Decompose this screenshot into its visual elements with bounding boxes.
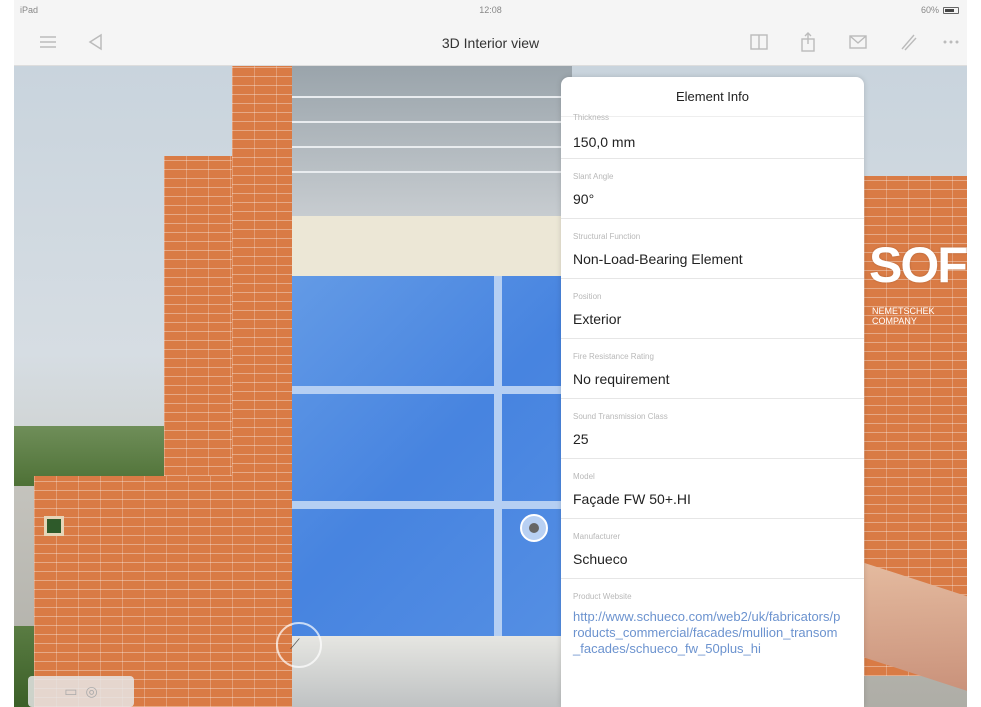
floor-slab	[292, 216, 572, 276]
brick-pier[interactable]	[232, 66, 292, 707]
property-row-structural-function[interactable]: Structural Function Non-Load-Bearing Ele…	[561, 219, 864, 279]
floorplan-icon: ▭	[64, 683, 78, 699]
property-label: Thickness	[573, 113, 610, 122]
selected-curtain-wall[interactable]	[292, 276, 572, 636]
selection-marker[interactable]	[520, 514, 548, 542]
mail-icon[interactable]	[846, 31, 870, 55]
battery-percent: 60%	[920, 5, 939, 15]
balcony-rail	[292, 146, 572, 148]
transom	[292, 501, 572, 509]
balcony-rail	[292, 121, 572, 123]
balcony-rail	[292, 171, 572, 173]
property-label: Model	[573, 472, 595, 481]
property-value: Exterior	[573, 311, 622, 327]
property-label: Product Website	[573, 592, 632, 601]
view-mode-button[interactable]: ▭ ◎	[28, 676, 134, 707]
property-row-sound-class[interactable]: Sound Transmission Class 25	[561, 399, 864, 459]
property-value: No requirement	[573, 371, 670, 387]
property-row-fire-rating[interactable]: Fire Resistance Rating No requirement	[561, 339, 864, 399]
small-window[interactable]	[44, 516, 64, 536]
property-value: 90°	[573, 191, 595, 207]
property-label: Fire Resistance Rating	[573, 352, 654, 361]
eye-icon: ◎	[85, 683, 98, 699]
page-title: 3D Interior view	[441, 35, 540, 51]
clock: 12:08	[479, 5, 502, 15]
brick-side-wall[interactable]	[164, 156, 239, 476]
more-icon[interactable]	[939, 31, 963, 55]
property-value: Schueco	[573, 551, 628, 567]
property-value: Non-Load-Bearing Element	[573, 251, 743, 267]
battery-indicator: 60%	[921, 5, 959, 15]
property-value: 25	[573, 431, 589, 447]
property-label: Sound Transmission Class	[573, 412, 668, 421]
ipad-screen: iPad 12:08 60% 3D Interior view SOF NEME…	[14, 0, 967, 707]
property-list[interactable]: Thickness 150,0 mm Slant Angle 90° Struc…	[561, 113, 864, 689]
property-value: 150,0 mm	[573, 134, 636, 150]
mullion	[494, 276, 502, 636]
compass-needle-icon: ⟋	[290, 636, 300, 652]
building-sign: SOFT	[869, 237, 967, 293]
property-label: Manufacturer	[573, 532, 621, 541]
transom	[292, 386, 572, 394]
property-row-product-website[interactable]: Product Website http://www.schueco.com/w…	[561, 579, 864, 689]
battery-icon	[943, 6, 959, 14]
popover-title: Element Info	[561, 77, 864, 117]
property-label: Structural Function	[573, 232, 641, 241]
navigation-compass[interactable]: ⟋	[276, 622, 322, 668]
property-row-slant-angle[interactable]: Slant Angle 90°	[561, 159, 864, 219]
element-info-popover: Element Info Thickness 150,0 mm Slant An…	[561, 77, 864, 707]
book-icon[interactable]	[747, 31, 771, 55]
share-icon[interactable]	[796, 31, 820, 55]
property-row-position[interactable]: Position Exterior	[561, 279, 864, 339]
property-row-model[interactable]: Model Façade FW 50+.HI	[561, 459, 864, 519]
status-bar: iPad 12:08 60%	[14, 0, 967, 20]
nav-bar: 3D Interior view	[14, 20, 967, 66]
balcony-rail	[292, 96, 572, 98]
lower-facade	[292, 636, 572, 707]
product-website-link[interactable]: http://www.schueco.com/web2/uk/fabricato…	[573, 609, 843, 657]
balcony-interior	[292, 66, 572, 216]
property-label: Slant Angle	[573, 172, 614, 181]
building-sign-sub: NEMETSCHEK COMPANY	[872, 306, 935, 326]
property-row-thickness[interactable]: Thickness 150,0 mm	[561, 113, 864, 159]
property-label: Position	[573, 292, 602, 301]
property-row-manufacturer[interactable]: Manufacturer Schueco	[561, 519, 864, 579]
edit-icon[interactable]	[896, 31, 920, 55]
property-value: Façade FW 50+.HI	[573, 491, 691, 507]
